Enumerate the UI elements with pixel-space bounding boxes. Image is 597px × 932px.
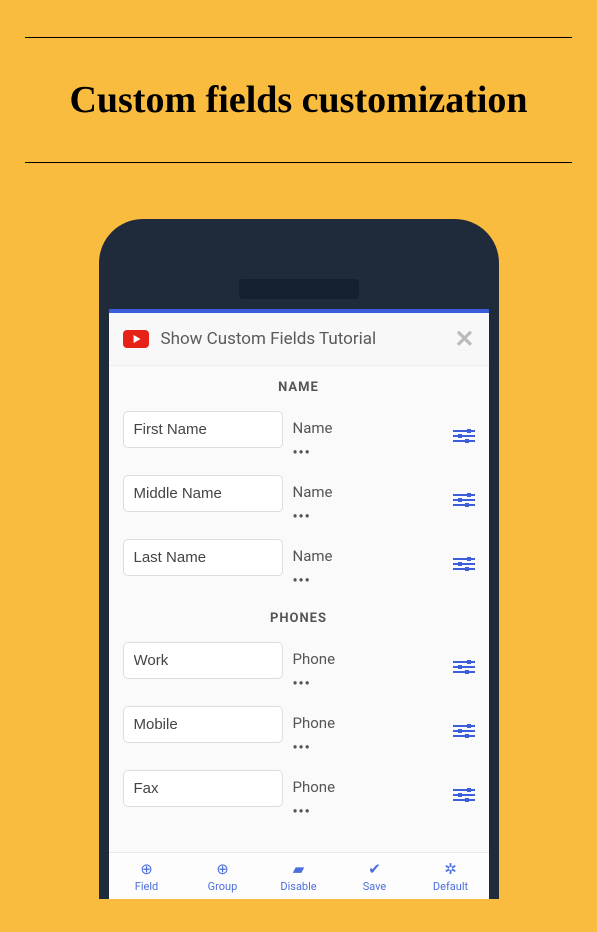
plus-circle-icon: ⊕ <box>216 861 229 877</box>
gears-icon: ✲ <box>444 861 457 877</box>
bottom-label: Disable <box>280 880 316 893</box>
field-row: Phone ••• <box>109 700 489 764</box>
field-label-input[interactable] <box>123 475 283 512</box>
field-dots[interactable]: ••• <box>293 445 443 461</box>
field-type-label: Phone <box>293 650 443 668</box>
bottom-label: Field <box>135 880 158 893</box>
eraser-icon: ▰ <box>293 861 305 877</box>
bottom-label: Default <box>433 880 468 893</box>
phone-notch <box>239 279 359 299</box>
field-type-label: Phone <box>293 714 443 732</box>
field-label-input[interactable] <box>123 706 283 743</box>
field-row: Phone ••• <box>109 764 489 828</box>
divider-bottom <box>25 162 572 163</box>
sliders-icon[interactable] <box>453 787 475 803</box>
bottom-label: Save <box>363 880 387 893</box>
field-dots[interactable]: ••• <box>293 509 443 525</box>
field-type-label: Name <box>293 419 443 437</box>
bottom-bar: ⊕ Field ⊕ Group ▰ Disable ✔ Save <box>109 852 489 899</box>
app-header: Show Custom Fields Tutorial ✕ <box>109 313 489 366</box>
field-type-label: Name <box>293 483 443 501</box>
field-row: Name ••• <box>109 469 489 533</box>
field-label-input[interactable] <box>123 642 283 679</box>
section-header-name: NAME <box>109 366 489 405</box>
field-type-label: Phone <box>293 778 443 796</box>
field-row: Phone ••• <box>109 636 489 700</box>
field-label-input[interactable] <box>123 411 283 448</box>
field-type-label: Name <box>293 547 443 565</box>
sliders-icon[interactable] <box>453 659 475 675</box>
field-row: Name ••• <box>109 533 489 597</box>
bottom-button-field[interactable]: ⊕ Field <box>109 861 185 893</box>
sliders-icon[interactable] <box>453 556 475 572</box>
fields-scroll-area: NAME Name ••• Name ••• <box>109 366 489 852</box>
sliders-icon[interactable] <box>453 723 475 739</box>
phone-screen: Show Custom Fields Tutorial ✕ NAME Name … <box>109 309 489 899</box>
field-row: Name ••• <box>109 405 489 469</box>
bottom-button-group[interactable]: ⊕ Group <box>185 861 261 893</box>
field-label-input[interactable] <box>123 770 283 807</box>
close-icon[interactable]: ✕ <box>454 325 474 353</box>
field-dots[interactable]: ••• <box>293 740 443 756</box>
check-icon: ✔ <box>368 861 381 877</box>
section-header-phones: PHONES <box>109 597 489 636</box>
field-dots[interactable]: ••• <box>293 573 443 589</box>
page-title: Custom fields customization <box>25 38 572 162</box>
sliders-icon[interactable] <box>453 492 475 508</box>
bottom-button-disable[interactable]: ▰ Disable <box>261 861 337 893</box>
bottom-button-save[interactable]: ✔ Save <box>337 861 413 893</box>
bottom-button-default[interactable]: ✲ Default <box>413 861 489 893</box>
bottom-label: Group <box>208 880 238 893</box>
field-dots[interactable]: ••• <box>293 676 443 692</box>
field-dots[interactable]: ••• <box>293 804 443 820</box>
plus-circle-icon: ⊕ <box>140 861 153 877</box>
phone-frame: Show Custom Fields Tutorial ✕ NAME Name … <box>99 219 499 899</box>
app-header-title[interactable]: Show Custom Fields Tutorial <box>161 329 443 349</box>
field-label-input[interactable] <box>123 539 283 576</box>
youtube-icon[interactable] <box>123 330 149 348</box>
sliders-icon[interactable] <box>453 428 475 444</box>
